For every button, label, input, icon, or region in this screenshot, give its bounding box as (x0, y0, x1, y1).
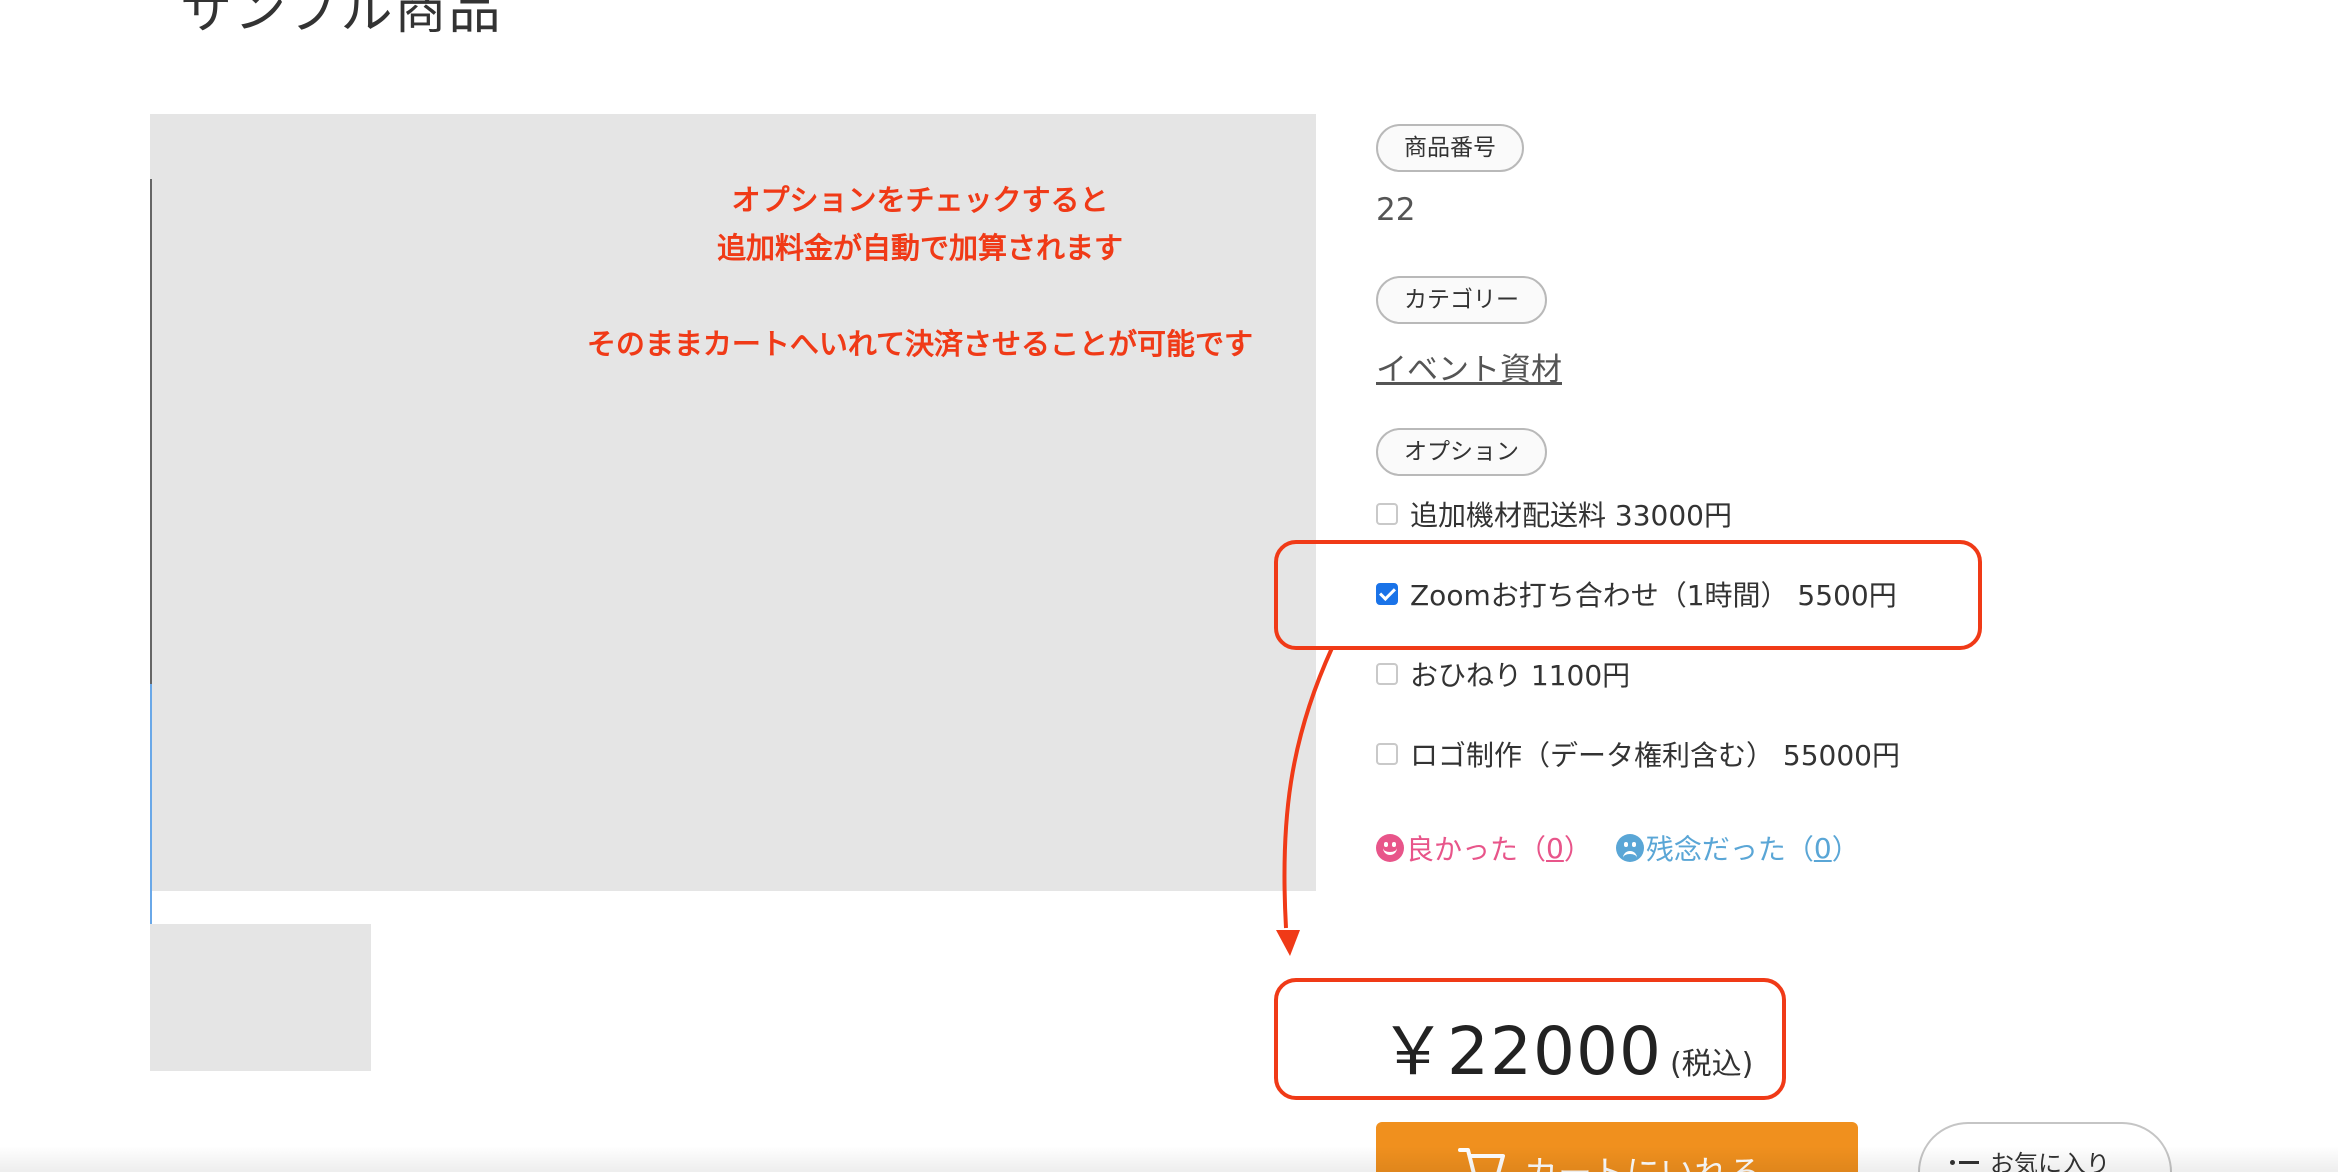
tax-note: (税込) (1669, 1047, 1754, 1082)
cart-icon (1458, 1146, 1506, 1172)
favorite-button[interactable]: お気に入り (1918, 1122, 2172, 1172)
annotation-arrow (1276, 647, 1334, 956)
price-amount: ￥22000 (1380, 1013, 1662, 1090)
add-to-cart-button[interactable]: カートにいれる (1376, 1122, 1858, 1172)
price-display: ￥22000 (税込) (1380, 998, 1753, 1094)
cart-button-label: カートにいれる (1524, 1146, 1762, 1172)
list-icon (1950, 1152, 1980, 1172)
favorite-button-label: お気に入り (1990, 1150, 2110, 1172)
product-page: サンプル商品 オプションをチェックすると 追加料金が自動で加算されます そのまま… (0, 0, 2338, 1172)
